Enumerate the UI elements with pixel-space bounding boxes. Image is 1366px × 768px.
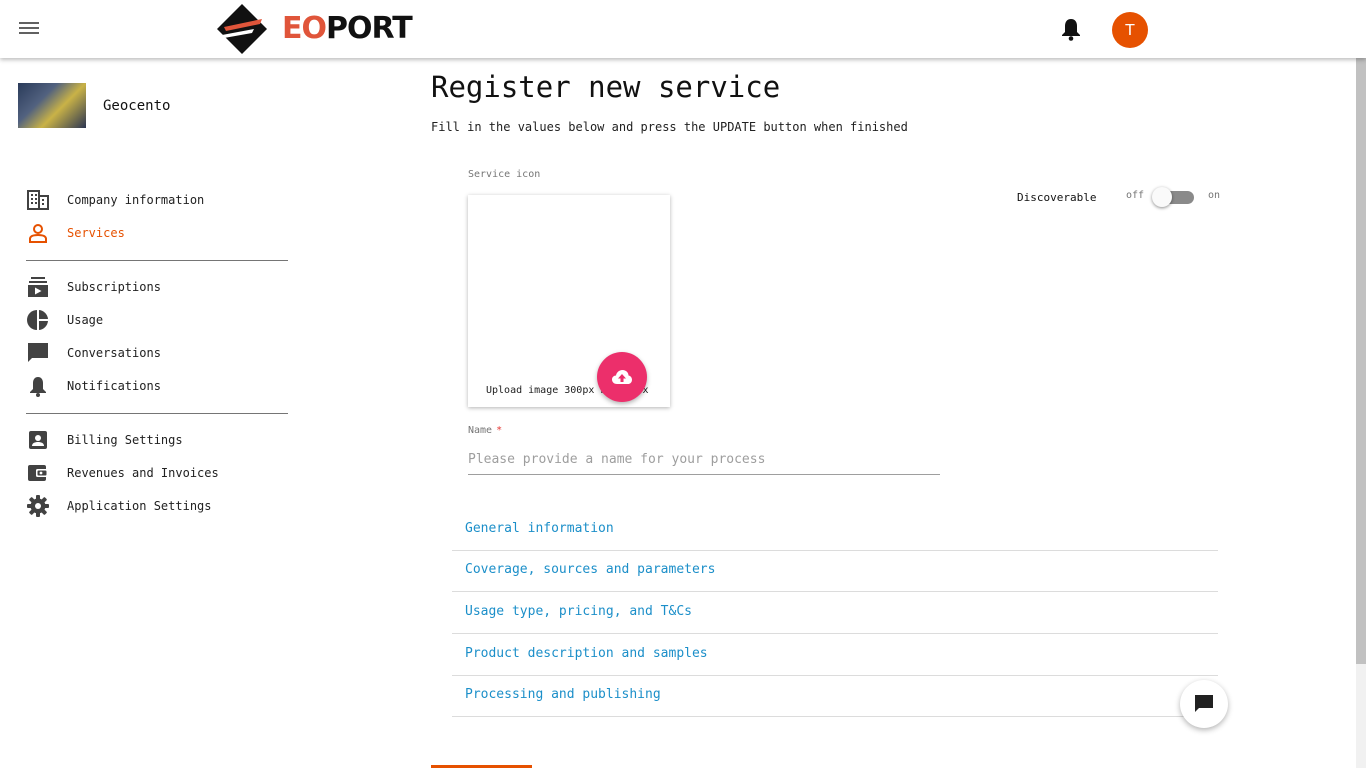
sidebar-item-notifications[interactable]: Notifications <box>26 372 288 400</box>
sidebar-item-label: Subscriptions <box>67 280 161 294</box>
wallet-icon <box>26 461 50 485</box>
sidebar-item-label: Notifications <box>67 379 161 393</box>
section-title: Product description and samples <box>465 646 708 661</box>
toggle-off-label: off <box>1126 190 1145 201</box>
sidebar-item-label: Revenues and Invoices <box>67 466 219 480</box>
sidebar-item-label: Services <box>67 226 125 240</box>
account-box-icon <box>26 428 50 452</box>
page-title: Register new service <box>431 70 781 104</box>
chat-button[interactable] <box>1180 680 1228 728</box>
section-title: Processing and publishing <box>465 687 661 702</box>
company-logo-image <box>18 83 86 128</box>
top-app-bar: EOPORT T <box>0 0 1366 58</box>
section-product-description-samples[interactable]: Product description and samples <box>452 634 1218 676</box>
scrollbar-thumb[interactable] <box>1356 58 1366 664</box>
hamburger-menu-icon[interactable] <box>18 19 40 39</box>
discoverable-toggle[interactable] <box>1152 186 1194 208</box>
sidebar-item-label: Company information <box>67 193 205 207</box>
notifications-bell-icon[interactable] <box>1060 17 1082 41</box>
eoport-logo-diamond-icon <box>217 4 267 54</box>
name-input[interactable] <box>468 444 940 475</box>
section-general-information[interactable]: General information <box>452 509 1218 551</box>
page-subtitle: Fill in the values below and press the U… <box>431 120 908 134</box>
subscriptions-icon <box>26 275 50 299</box>
section-usage-pricing-tcs[interactable]: Usage type, pricing, and T&Cs <box>452 592 1218 634</box>
toggle-on-label: on <box>1208 190 1221 201</box>
sidebar-item-label: Conversations <box>67 346 161 360</box>
sidebar-item-usage[interactable]: Usage <box>26 306 288 334</box>
required-marker: * <box>496 425 503 436</box>
section-title: Coverage, sources and parameters <box>465 562 716 577</box>
section-coverage-sources-parameters[interactable]: Coverage, sources and parameters <box>452 550 1218 592</box>
person-icon <box>26 221 50 245</box>
upload-image-button[interactable] <box>597 352 647 402</box>
sidebar-item-billing-settings[interactable]: Billing Settings <box>26 426 288 454</box>
user-avatar[interactable]: T <box>1112 12 1148 48</box>
section-title: General information <box>465 521 614 536</box>
discoverable-label: Discoverable <box>1017 191 1097 204</box>
bell-icon <box>26 374 50 398</box>
cloud-upload-icon <box>612 370 632 384</box>
sidebar-divider <box>26 413 288 414</box>
sidebar-item-application-settings[interactable]: Application Settings <box>26 492 288 520</box>
chat-icon <box>26 341 50 365</box>
logo-wordmark: EOPORT <box>282 11 413 46</box>
gear-icon <box>26 494 50 518</box>
sidebar-item-revenues-invoices[interactable]: Revenues and Invoices <box>26 459 288 487</box>
name-field-label: Name * <box>468 425 503 436</box>
page-scrollbar[interactable] <box>1356 58 1366 768</box>
service-icon-label: Service icon <box>468 169 541 180</box>
company-name: Geocento <box>103 98 171 114</box>
sidebar-item-label: Application Settings <box>67 499 212 513</box>
chat-bubble-icon <box>1195 695 1213 712</box>
sidebar-item-services[interactable]: Services <box>26 219 288 247</box>
eoport-logo[interactable]: EOPORT <box>214 3 420 55</box>
toggle-thumb <box>1152 187 1172 207</box>
building-icon <box>26 188 50 212</box>
sidebar-item-label: Usage <box>67 313 104 327</box>
section-title: Usage type, pricing, and T&Cs <box>465 604 692 619</box>
sidebar-divider <box>26 260 288 261</box>
sidebar-item-subscriptions[interactable]: Subscriptions <box>26 273 288 301</box>
pie-chart-icon <box>26 308 50 332</box>
section-processing-publishing[interactable]: Processing and publishing <box>452 675 1218 717</box>
sidebar-item-label: Billing Settings <box>67 433 183 447</box>
sidebar-item-company-information[interactable]: Company information <box>26 186 288 214</box>
sidebar-item-conversations[interactable]: Conversations <box>26 339 288 367</box>
